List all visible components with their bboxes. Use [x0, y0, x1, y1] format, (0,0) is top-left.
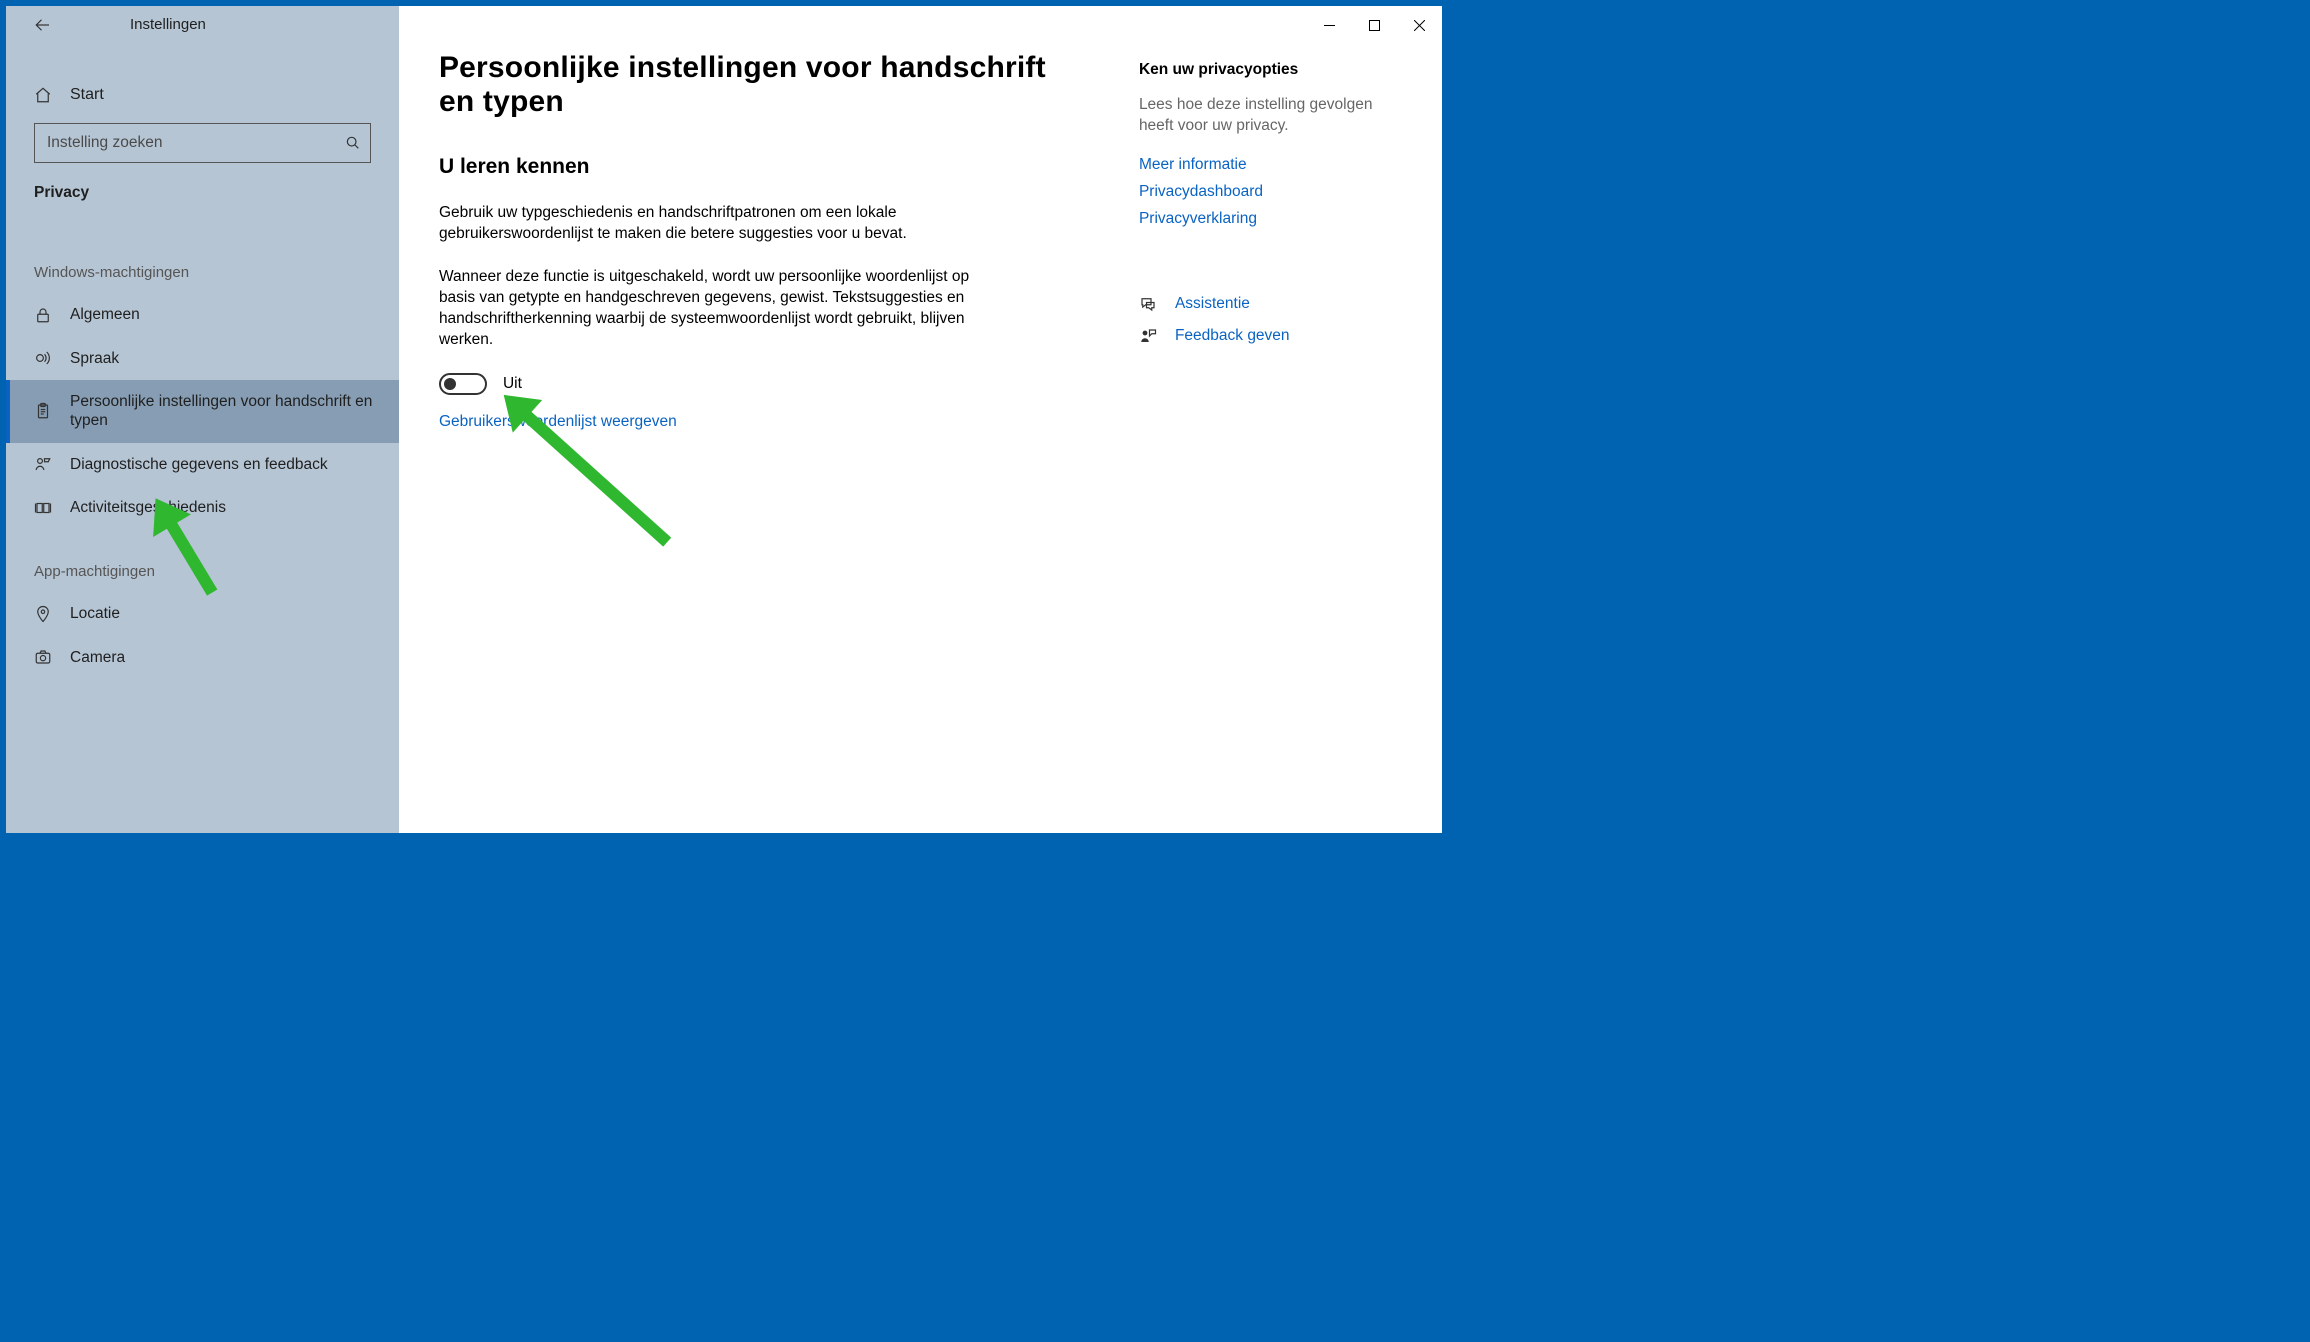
chat-icon [1139, 295, 1157, 313]
home-icon [34, 86, 52, 104]
sidebar-item-inking-typing[interactable]: Persoonlijke instellingen voor handschri… [6, 380, 399, 443]
titlebar [1307, 6, 1442, 44]
sidebar: Instellingen Start Privacy [6, 6, 399, 833]
lock-icon [34, 306, 52, 324]
history-icon [34, 499, 52, 517]
help-assistance[interactable]: Assistentie [1139, 295, 1402, 313]
sidebar-item-label: Locatie [70, 604, 379, 623]
group-app-permissions: App-machtigingen [6, 543, 399, 592]
help-feedback[interactable]: Feedback geven [1139, 327, 1402, 345]
help-feedback-label[interactable]: Feedback geven [1175, 327, 1290, 345]
feedback-icon [34, 455, 52, 473]
home-button[interactable]: Start [6, 73, 399, 117]
category-label: Privacy [6, 171, 399, 214]
maximize-button[interactable] [1352, 10, 1397, 40]
search-input-container [34, 123, 371, 163]
sidebar-item-camera[interactable]: Camera [6, 636, 399, 679]
link-more-info[interactable]: Meer informatie [1139, 153, 1402, 176]
sidebar-item-label: Persoonlijke instellingen voor handschri… [70, 392, 379, 431]
view-dictionary-link[interactable]: Gebruikerswoordenlijst weergeven [439, 413, 677, 431]
sidebar-item-diagnostics[interactable]: Diagnostische gegevens en feedback [6, 443, 399, 486]
sidebar-item-general[interactable]: Algemeen [6, 293, 399, 336]
link-privacy-dashboard[interactable]: Privacydashboard [1139, 180, 1402, 203]
section-title: U leren kennen [439, 155, 1079, 179]
description-2: Wanneer deze functie is uitgeschakeld, w… [439, 267, 979, 351]
search-input[interactable] [34, 123, 371, 163]
back-button[interactable]: Instellingen [6, 6, 399, 45]
toggle-state-label: Uit [503, 375, 522, 393]
page-title: Persoonlijke instellingen voor handschri… [439, 51, 1079, 119]
clipboard-icon [34, 402, 52, 420]
content-area: Persoonlijke instellingen voor handschri… [399, 6, 1442, 833]
category-text: Privacy [34, 183, 89, 202]
sidebar-item-speech[interactable]: Spraak [6, 337, 399, 380]
home-label: Start [70, 85, 104, 105]
camera-icon [34, 648, 52, 666]
sidebar-item-label: Diagnostische gegevens en feedback [70, 455, 379, 474]
sidebar-item-label: Spraak [70, 349, 379, 368]
link-privacy-statement[interactable]: Privacyverklaring [1139, 207, 1402, 230]
app-title: Instellingen [70, 16, 206, 35]
sidebar-item-location[interactable]: Locatie [6, 592, 399, 635]
sidebar-item-label: Camera [70, 648, 379, 667]
location-icon [34, 605, 52, 623]
getting-to-know-you-toggle[interactable] [439, 373, 487, 395]
description-1: Gebruik uw typgeschiedenis en handschrif… [439, 203, 979, 245]
sidebar-item-label: Activiteitsgeschiedenis [70, 498, 379, 517]
privacy-options-heading: Ken uw privacyopties [1139, 61, 1402, 79]
sidebar-item-activity-history[interactable]: Activiteitsgeschiedenis [6, 486, 399, 529]
close-button[interactable] [1397, 10, 1442, 40]
person-feedback-icon [1139, 327, 1157, 345]
arrow-left-icon [34, 16, 52, 34]
search-icon [345, 135, 361, 151]
speech-icon [34, 349, 52, 367]
help-assistance-label[interactable]: Assistentie [1175, 295, 1250, 313]
minimize-button[interactable] [1307, 10, 1352, 40]
group-windows-permissions: Windows-machtigingen [6, 244, 399, 293]
privacy-options-desc: Lees hoe deze instelling gevolgen heeft … [1139, 95, 1402, 137]
settings-window: Instellingen Start Privacy [6, 6, 1442, 833]
sidebar-item-label: Algemeen [70, 305, 379, 324]
